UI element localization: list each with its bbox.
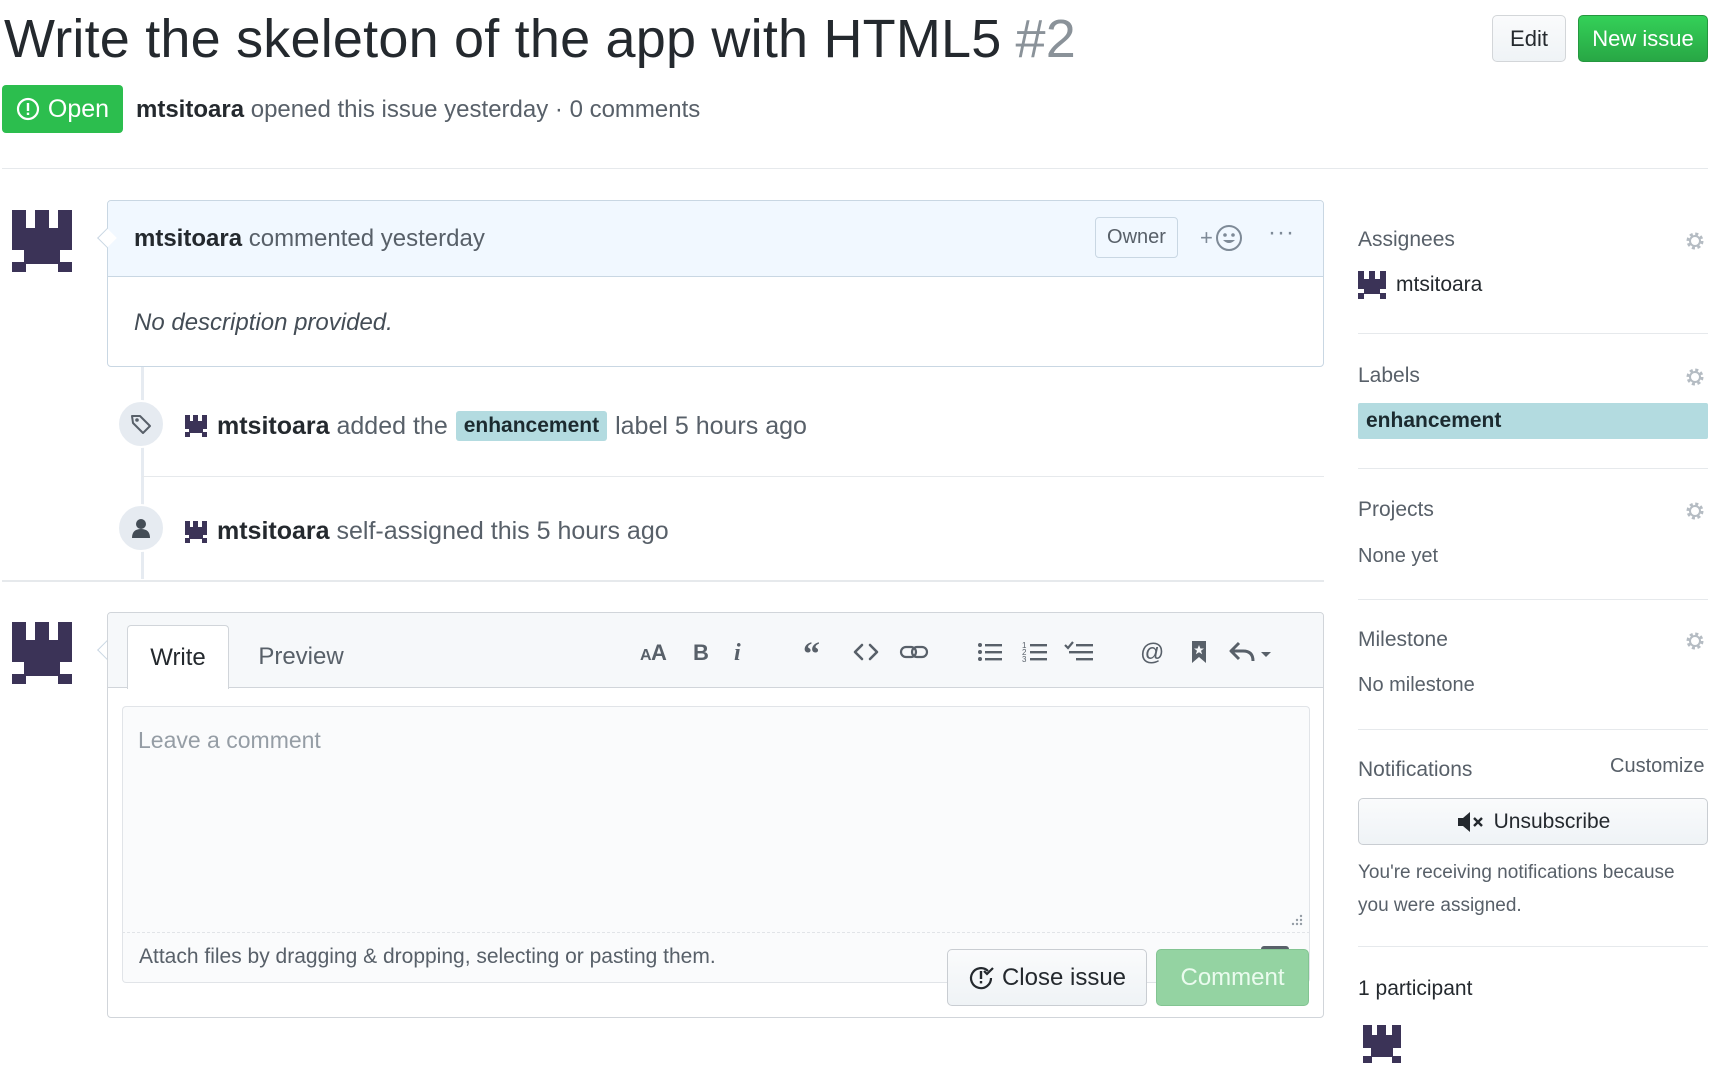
assignee-item[interactable]: mtsitoara	[1358, 271, 1482, 299]
issue-title: Write the skeleton of the app with HTML5…	[4, 8, 1076, 70]
mute-icon	[1457, 811, 1483, 832]
timeline-avatar[interactable]	[185, 415, 207, 437]
code-icon[interactable]	[851, 635, 881, 669]
header-divider	[2, 168, 1708, 169]
sidebar-label-enhancement[interactable]: enhancement	[1358, 403, 1708, 439]
assignee-avatar	[1358, 271, 1386, 299]
comment-header: mtsitoara commented yesterday Owner + ··…	[108, 201, 1323, 277]
timeline-text: added the	[336, 411, 448, 440]
timeline-author-link[interactable]: mtsitoara	[217, 412, 330, 441]
milestone-value: No milestone	[1358, 674, 1475, 696]
add-reaction-button[interactable]: +	[1200, 221, 1252, 255]
issue-title-text: Write the skeleton of the app with HTML5	[4, 9, 1002, 69]
reply-icon[interactable]	[1228, 635, 1278, 669]
sidebar-divider	[1358, 333, 1708, 334]
issue-state-badge: Open	[2, 85, 123, 133]
timeline-item-labeled: mtsitoara added the enhancement label 5 …	[185, 411, 807, 441]
sidebar-divider	[1358, 468, 1708, 469]
mention-icon[interactable]: @	[1138, 635, 1168, 669]
participants-heading: 1 participant	[1358, 977, 1473, 1000]
timeline-text: label 5 hours ago	[615, 411, 807, 440]
person-icon	[117, 504, 165, 552]
issue-closed-icon	[969, 966, 994, 989]
header-icon[interactable]: AA	[638, 635, 674, 669]
owner-badge: Owner	[1095, 217, 1178, 258]
gear-icon[interactable]	[1683, 629, 1707, 653]
comment-author-link[interactable]: mtsitoara	[134, 225, 242, 252]
comment-submit-label: Comment	[1180, 963, 1285, 991]
svg-text:i: i	[734, 641, 741, 663]
edit-button[interactable]: Edit	[1492, 15, 1566, 62]
resize-grip-icon[interactable]	[1289, 912, 1303, 926]
task-list-icon[interactable]	[1063, 635, 1095, 669]
unsubscribe-label: Unsubscribe	[1493, 809, 1611, 833]
editor-tabbar: Write Preview AA B i “ 123 @	[108, 613, 1323, 689]
label-enhancement[interactable]: enhancement	[455, 411, 608, 441]
sidebar-divider	[1358, 729, 1708, 730]
svg-text:“: “	[803, 641, 820, 663]
ordered-list-icon[interactable]: 123	[1020, 635, 1050, 669]
issue-author-link[interactable]: mtsitoara	[136, 96, 244, 123]
sidebar-divider	[1358, 599, 1708, 600]
unsubscribe-button[interactable]: Unsubscribe	[1358, 798, 1708, 845]
timeline-divider	[142, 476, 1324, 477]
saved-reply-icon[interactable]	[1186, 635, 1212, 669]
comment-placeholder: Leave a comment	[138, 727, 321, 753]
issue-number: #2	[1015, 9, 1076, 69]
more-options-button[interactable]: ···	[1268, 219, 1302, 253]
labels-heading[interactable]: Labels	[1358, 364, 1420, 388]
unordered-list-icon[interactable]	[975, 635, 1005, 669]
quote-icon[interactable]: “	[801, 635, 831, 669]
svg-text:@: @	[1140, 639, 1164, 665]
tab-preview[interactable]: Preview	[239, 625, 363, 689]
current-user-avatar[interactable]	[4, 614, 80, 690]
link-icon[interactable]	[898, 635, 930, 669]
comment-body: No description provided.	[134, 309, 393, 336]
bold-icon[interactable]: B	[688, 635, 714, 669]
assignee-name: mtsitoara	[1396, 273, 1483, 296]
new-issue-button[interactable]: New issue	[1578, 15, 1708, 62]
comment-author-avatar[interactable]	[4, 202, 80, 278]
projects-heading[interactable]: Projects	[1358, 498, 1434, 522]
participant-avatar[interactable]	[1360, 1022, 1404, 1066]
tab-write[interactable]: Write	[127, 625, 229, 689]
gear-icon[interactable]	[1683, 229, 1707, 253]
discussion-divider	[2, 580, 1324, 582]
notification-reason: You're receiving notifications because y…	[1358, 862, 1675, 916]
issue-comment: mtsitoara commented yesterday Owner + ··…	[107, 200, 1324, 367]
comment-textarea[interactable]: Leave a comment	[122, 706, 1310, 932]
new-issue-button-label: New issue	[1592, 25, 1694, 51]
italic-icon[interactable]: i	[728, 635, 750, 669]
issue-opened-icon	[16, 97, 40, 121]
timeline-author-link[interactable]: mtsitoara	[217, 517, 330, 546]
edit-button-label: Edit	[1510, 25, 1548, 51]
reaction-plus: +	[1200, 225, 1213, 250]
sidebar-divider	[1358, 946, 1708, 947]
svg-text:3: 3	[1022, 655, 1027, 664]
notifications-heading: Notifications	[1358, 758, 1473, 781]
issue-meta-text: opened this issue yesterday · 0 comments	[250, 96, 701, 123]
customize-link[interactable]: Customize	[1610, 755, 1704, 778]
issue-state-label: Open	[47, 94, 110, 123]
attach-files-text: Attach files by dragging & dropping, sel…	[139, 945, 716, 968]
timeline-item-assigned: mtsitoara self-assigned this 5 hours ago	[185, 517, 669, 546]
smiley-icon	[1215, 225, 1242, 251]
svg-text:B: B	[693, 641, 709, 663]
projects-value: None yet	[1358, 545, 1439, 567]
milestone-heading[interactable]: Milestone	[1358, 628, 1448, 652]
gear-icon[interactable]	[1683, 365, 1707, 389]
close-issue-button[interactable]: Close issue	[947, 949, 1147, 1006]
timeline-text: self-assigned this 5 hours ago	[336, 517, 669, 545]
tag-icon	[117, 400, 165, 448]
timeline-avatar[interactable]	[185, 520, 207, 543]
assignees-heading[interactable]: Assignees	[1358, 228, 1455, 252]
comment-author-line: mtsitoara commented yesterday	[134, 225, 485, 253]
issue-meta: mtsitoara opened this issue yesterday · …	[136, 96, 700, 124]
close-issue-label: Close issue	[1001, 963, 1127, 991]
gear-icon[interactable]	[1683, 499, 1707, 523]
comment-submit-button[interactable]: Comment	[1156, 949, 1309, 1006]
svg-text:A: A	[651, 641, 667, 663]
comment-action: commented yesterday	[248, 225, 485, 252]
